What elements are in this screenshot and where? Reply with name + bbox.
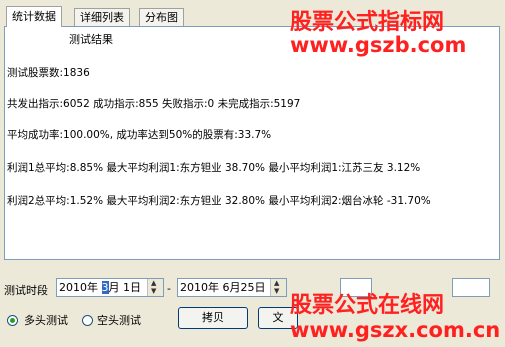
tab-distribution[interactable]: 分布图 xyxy=(139,8,184,26)
spin-up-icon[interactable]: ▲ xyxy=(151,280,156,287)
spin-up-icon[interactable]: ▲ xyxy=(274,280,279,287)
spin-down-icon[interactable]: ▼ xyxy=(274,288,279,295)
start-date-spinner[interactable]: ▲ ▼ xyxy=(147,279,163,296)
short-test-radio[interactable] xyxy=(82,315,93,326)
start-date-month-selected: 3 xyxy=(101,281,109,294)
result-line-profit2: 利润2总平均:1.52% 最大平均利润2:东方钽业 32.80% 最小平均利润2… xyxy=(7,195,431,207)
copy-button[interactable]: 拷贝 xyxy=(178,307,248,329)
tab-statistics[interactable]: 统计数据 xyxy=(6,6,62,27)
start-date-year: 2010年 xyxy=(59,281,102,294)
result-line-stock-count: 测试股票数:1836 xyxy=(7,67,90,79)
watermark-title-bottom: 股票公式在线网 xyxy=(290,293,445,318)
start-date-rest: 月 1日 xyxy=(108,281,142,294)
long-test-label[interactable]: 多头测试 xyxy=(24,312,68,328)
watermark-url-top: www.gszb.com xyxy=(290,33,467,57)
start-date-picker[interactable]: 2010年 3月 1日 ▲ ▼ xyxy=(56,278,164,297)
days-input[interactable] xyxy=(452,278,490,297)
watermark-url-bottom: www.gszx.com.cn xyxy=(290,318,501,342)
short-test-label[interactable]: 空头测试 xyxy=(97,312,141,328)
results-title: 测试结果 xyxy=(69,33,113,46)
spin-down-icon[interactable]: ▼ xyxy=(151,288,156,295)
period-label: 测试时段 xyxy=(4,284,48,297)
result-line-signals: 共发出指示:6052 成功指示:855 失败指示:0 未完成指示:5197 xyxy=(7,98,301,110)
end-date-spinner[interactable]: ▲ ▼ xyxy=(270,279,286,296)
tab-detail-list[interactable]: 详细列表 xyxy=(74,8,130,26)
results-panel: 测试结果 测试股票数:1836 共发出指示:6052 成功指示:855 失败指示… xyxy=(4,26,500,260)
end-date-value: 2010年 6月25日 xyxy=(180,281,266,294)
result-line-profit1: 利润1总平均:8.85% 最大平均利润1:东方钽业 38.70% 最小平均利润1… xyxy=(7,162,421,174)
result-line-success-rate: 平均成功率:100.00%, 成功率达到50%的股票有:33.7% xyxy=(7,129,272,141)
long-test-radio[interactable] xyxy=(7,315,18,326)
date-separator: - xyxy=(167,282,171,295)
end-date-picker[interactable]: 2010年 6月25日 ▲ ▼ xyxy=(177,278,287,297)
watermark-title-top: 股票公式指标网 xyxy=(290,10,445,35)
